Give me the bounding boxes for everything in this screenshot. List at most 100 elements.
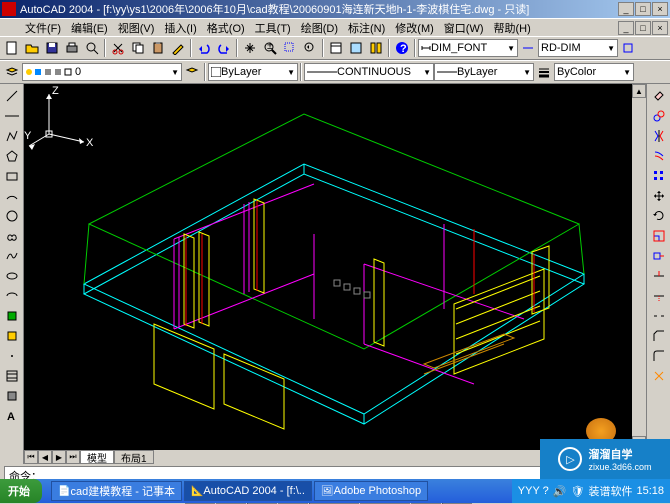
new-button[interactable]	[2, 38, 22, 58]
open-button[interactable]	[22, 38, 42, 58]
extend-button[interactable]	[649, 287, 669, 305]
lineweight-combo[interactable]: ByLayer▼	[434, 63, 534, 81]
pan-button[interactable]	[240, 38, 260, 58]
makeblock-button[interactable]	[2, 327, 22, 345]
zoom-window-button[interactable]	[280, 38, 300, 58]
properties-button[interactable]	[326, 38, 346, 58]
layer-manager-button[interactable]	[2, 62, 22, 82]
play-icon: ▷	[558, 447, 582, 471]
color-combo[interactable]: ByLayer▼	[208, 63, 298, 81]
hatch-button[interactable]	[2, 367, 22, 385]
pline-button[interactable]	[2, 127, 22, 145]
tab-first-button[interactable]: ⏮	[24, 450, 38, 464]
revcloud-button[interactable]	[2, 227, 22, 245]
dim-linear-button[interactable]	[518, 38, 538, 58]
insert-block-button[interactable]	[2, 307, 22, 325]
menu-help[interactable]: 帮助(H)	[489, 18, 536, 38]
clock: 15:18	[636, 485, 664, 497]
vertical-scrollbar[interactable]: ▲ ▼	[632, 84, 646, 450]
tab-model[interactable]: 模型	[80, 450, 114, 464]
menu-tools[interactable]: 工具(T)	[250, 18, 296, 38]
point-button[interactable]	[2, 347, 22, 365]
drawing-viewport[interactable]: X Y Z ▲ ▼ ⏮ ◀ ▶ ⏭ 模型 布局1 ◀ ▶	[24, 84, 646, 464]
close-button[interactable]: ×	[652, 2, 668, 16]
help-button[interactable]: ?	[392, 38, 412, 58]
menu-dimension[interactable]: 标注(N)	[343, 18, 390, 38]
lineweight-settings-button[interactable]	[534, 62, 554, 82]
mtext-button[interactable]: A	[2, 407, 22, 425]
copy-obj-button[interactable]	[649, 107, 669, 125]
erase-button[interactable]	[649, 87, 669, 105]
line-button[interactable]	[2, 87, 22, 105]
menu-modify[interactable]: 修改(M)	[390, 18, 439, 38]
design-center-button[interactable]	[346, 38, 366, 58]
layer-prev-button[interactable]	[182, 62, 202, 82]
tool-palettes-button[interactable]	[366, 38, 386, 58]
arc-button[interactable]	[2, 187, 22, 205]
tray-icon[interactable]: 🔊	[553, 485, 567, 498]
array-button[interactable]	[649, 167, 669, 185]
zoom-prev-button[interactable]	[300, 38, 320, 58]
undo-button[interactable]	[194, 38, 214, 58]
layer-combo[interactable]: 0▼	[22, 63, 182, 81]
system-tray[interactable]: YYY ? 🔊 🛡 装谱软件 15:18	[512, 479, 670, 503]
window-titlebar: AutoCAD 2004 - [f:\yy\ys1\2006年\2006年10月…	[0, 0, 670, 18]
explode-button[interactable]	[649, 367, 669, 385]
move-button[interactable]	[649, 187, 669, 205]
copy-button[interactable]	[128, 38, 148, 58]
doc-minimize-button[interactable]: _	[618, 21, 634, 35]
dim-name-combo[interactable]: RD-DIM▼	[538, 39, 618, 57]
spline-button[interactable]	[2, 247, 22, 265]
menu-draw[interactable]: 绘图(D)	[296, 18, 343, 38]
menu-edit[interactable]: 编辑(E)	[66, 18, 113, 38]
stretch-button[interactable]	[649, 247, 669, 265]
start-button[interactable]: 开始	[0, 479, 42, 503]
fillet-button[interactable]	[649, 347, 669, 365]
redo-button[interactable]	[214, 38, 234, 58]
svg-text:Y: Y	[24, 130, 32, 142]
maximize-button[interactable]: □	[635, 2, 651, 16]
minimize-button[interactable]: _	[618, 2, 634, 16]
task-item-autocad[interactable]: 📐 AutoCAD 2004 - [f:\..	[184, 481, 312, 501]
menu-file[interactable]: 文件(F)	[20, 18, 66, 38]
preview-button[interactable]	[82, 38, 102, 58]
offset-button[interactable]	[649, 147, 669, 165]
match-prop-button[interactable]	[168, 38, 188, 58]
cut-button[interactable]	[108, 38, 128, 58]
rectangle-button[interactable]	[2, 167, 22, 185]
task-item-photoshop[interactable]: 🖼 Adobe Photoshop	[314, 481, 428, 501]
draw-toolbar: A	[0, 84, 24, 464]
ellipse-arc-button[interactable]	[2, 287, 22, 305]
menu-view[interactable]: 视图(V)	[113, 18, 160, 38]
linetype-combo[interactable]: CONTINUOUS▼	[304, 63, 434, 81]
tab-prev-button[interactable]: ◀	[38, 450, 52, 464]
task-item-notepad[interactable]: 📄 cad建模教程 - 记事本	[51, 481, 182, 501]
trim-button[interactable]	[649, 267, 669, 285]
xline-button[interactable]	[2, 107, 22, 125]
paste-button[interactable]	[148, 38, 168, 58]
zoom-realtime-button[interactable]: ±	[260, 38, 280, 58]
break-button[interactable]	[649, 307, 669, 325]
menu-window[interactable]: 窗口(W)	[439, 18, 489, 38]
mirror-button[interactable]	[649, 127, 669, 145]
plot-button[interactable]	[62, 38, 82, 58]
region-button[interactable]	[2, 387, 22, 405]
chamfer-button[interactable]	[649, 327, 669, 345]
dim-update-button[interactable]	[618, 38, 638, 58]
menu-format[interactable]: 格式(O)	[202, 18, 250, 38]
doc-close-button[interactable]: ×	[652, 21, 668, 35]
polygon-button[interactable]	[2, 147, 22, 165]
tab-layout1[interactable]: 布局1	[114, 450, 154, 464]
doc-restore-button[interactable]: □	[635, 21, 651, 35]
tray-icon[interactable]: 🛡	[571, 485, 585, 498]
tab-next-button[interactable]: ▶	[52, 450, 66, 464]
circle-button[interactable]	[2, 207, 22, 225]
menu-insert[interactable]: 插入(I)	[159, 18, 201, 38]
dimstyle-combo[interactable]: DIM_FONT▼	[418, 39, 518, 57]
tab-last-button[interactable]: ⏭	[66, 450, 80, 464]
plotcolor-combo[interactable]: ByColor▼	[554, 63, 634, 81]
save-button[interactable]	[42, 38, 62, 58]
rotate-button[interactable]	[649, 207, 669, 225]
ellipse-button[interactable]	[2, 267, 22, 285]
scale-button[interactable]	[649, 227, 669, 245]
